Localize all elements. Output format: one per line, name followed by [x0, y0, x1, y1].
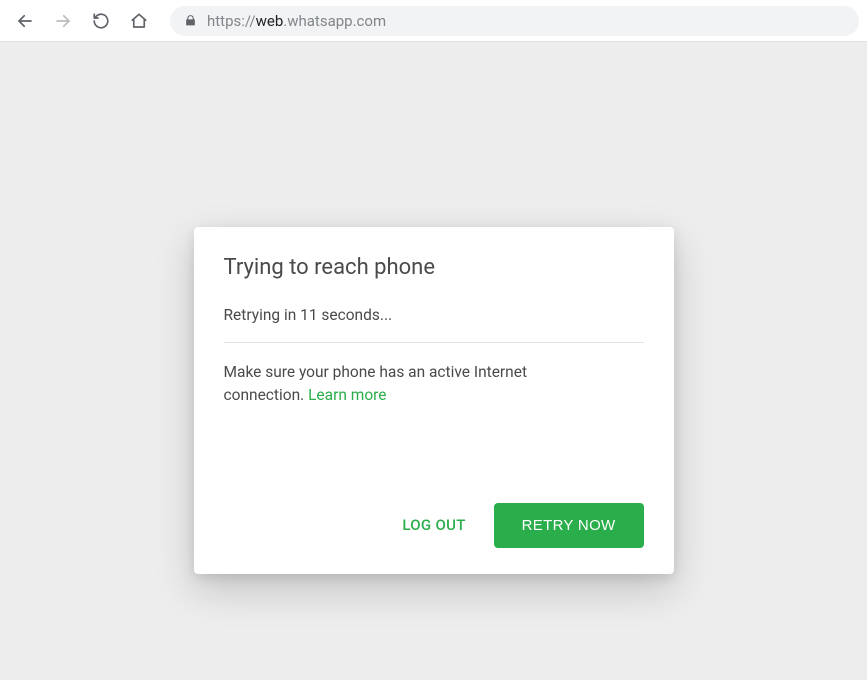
url-prefix: https://: [207, 12, 256, 30]
forward-button[interactable]: [46, 4, 80, 38]
logout-button[interactable]: LOG OUT: [398, 508, 469, 542]
instruction-text: Make sure your phone has an active Inter…: [224, 361, 584, 408]
back-button[interactable]: [8, 4, 42, 38]
address-bar[interactable]: https://web.whatsapp.com: [170, 6, 859, 36]
connection-dialog: Trying to reach phone Retrying in 11 sec…: [194, 227, 674, 574]
url-rest: .whatsapp.com: [283, 12, 386, 30]
arrow-right-icon: [54, 12, 72, 30]
home-icon: [130, 12, 148, 30]
dialog-actions: LOG OUT RETRY NOW: [224, 503, 644, 548]
home-button[interactable]: [122, 4, 156, 38]
reload-icon: [92, 12, 110, 30]
url-text: https://web.whatsapp.com: [207, 12, 386, 30]
page-content: Trying to reach phone Retrying in 11 sec…: [0, 42, 867, 680]
reload-button[interactable]: [84, 4, 118, 38]
url-host: web: [256, 12, 284, 30]
lock-icon: [184, 14, 197, 27]
learn-more-link[interactable]: Learn more: [308, 386, 386, 404]
dialog-title: Trying to reach phone: [224, 255, 644, 280]
retry-now-button[interactable]: RETRY NOW: [494, 503, 644, 548]
browser-toolbar: https://web.whatsapp.com: [0, 0, 867, 42]
retry-countdown: Retrying in 11 seconds...: [224, 306, 644, 343]
arrow-left-icon: [16, 12, 34, 30]
